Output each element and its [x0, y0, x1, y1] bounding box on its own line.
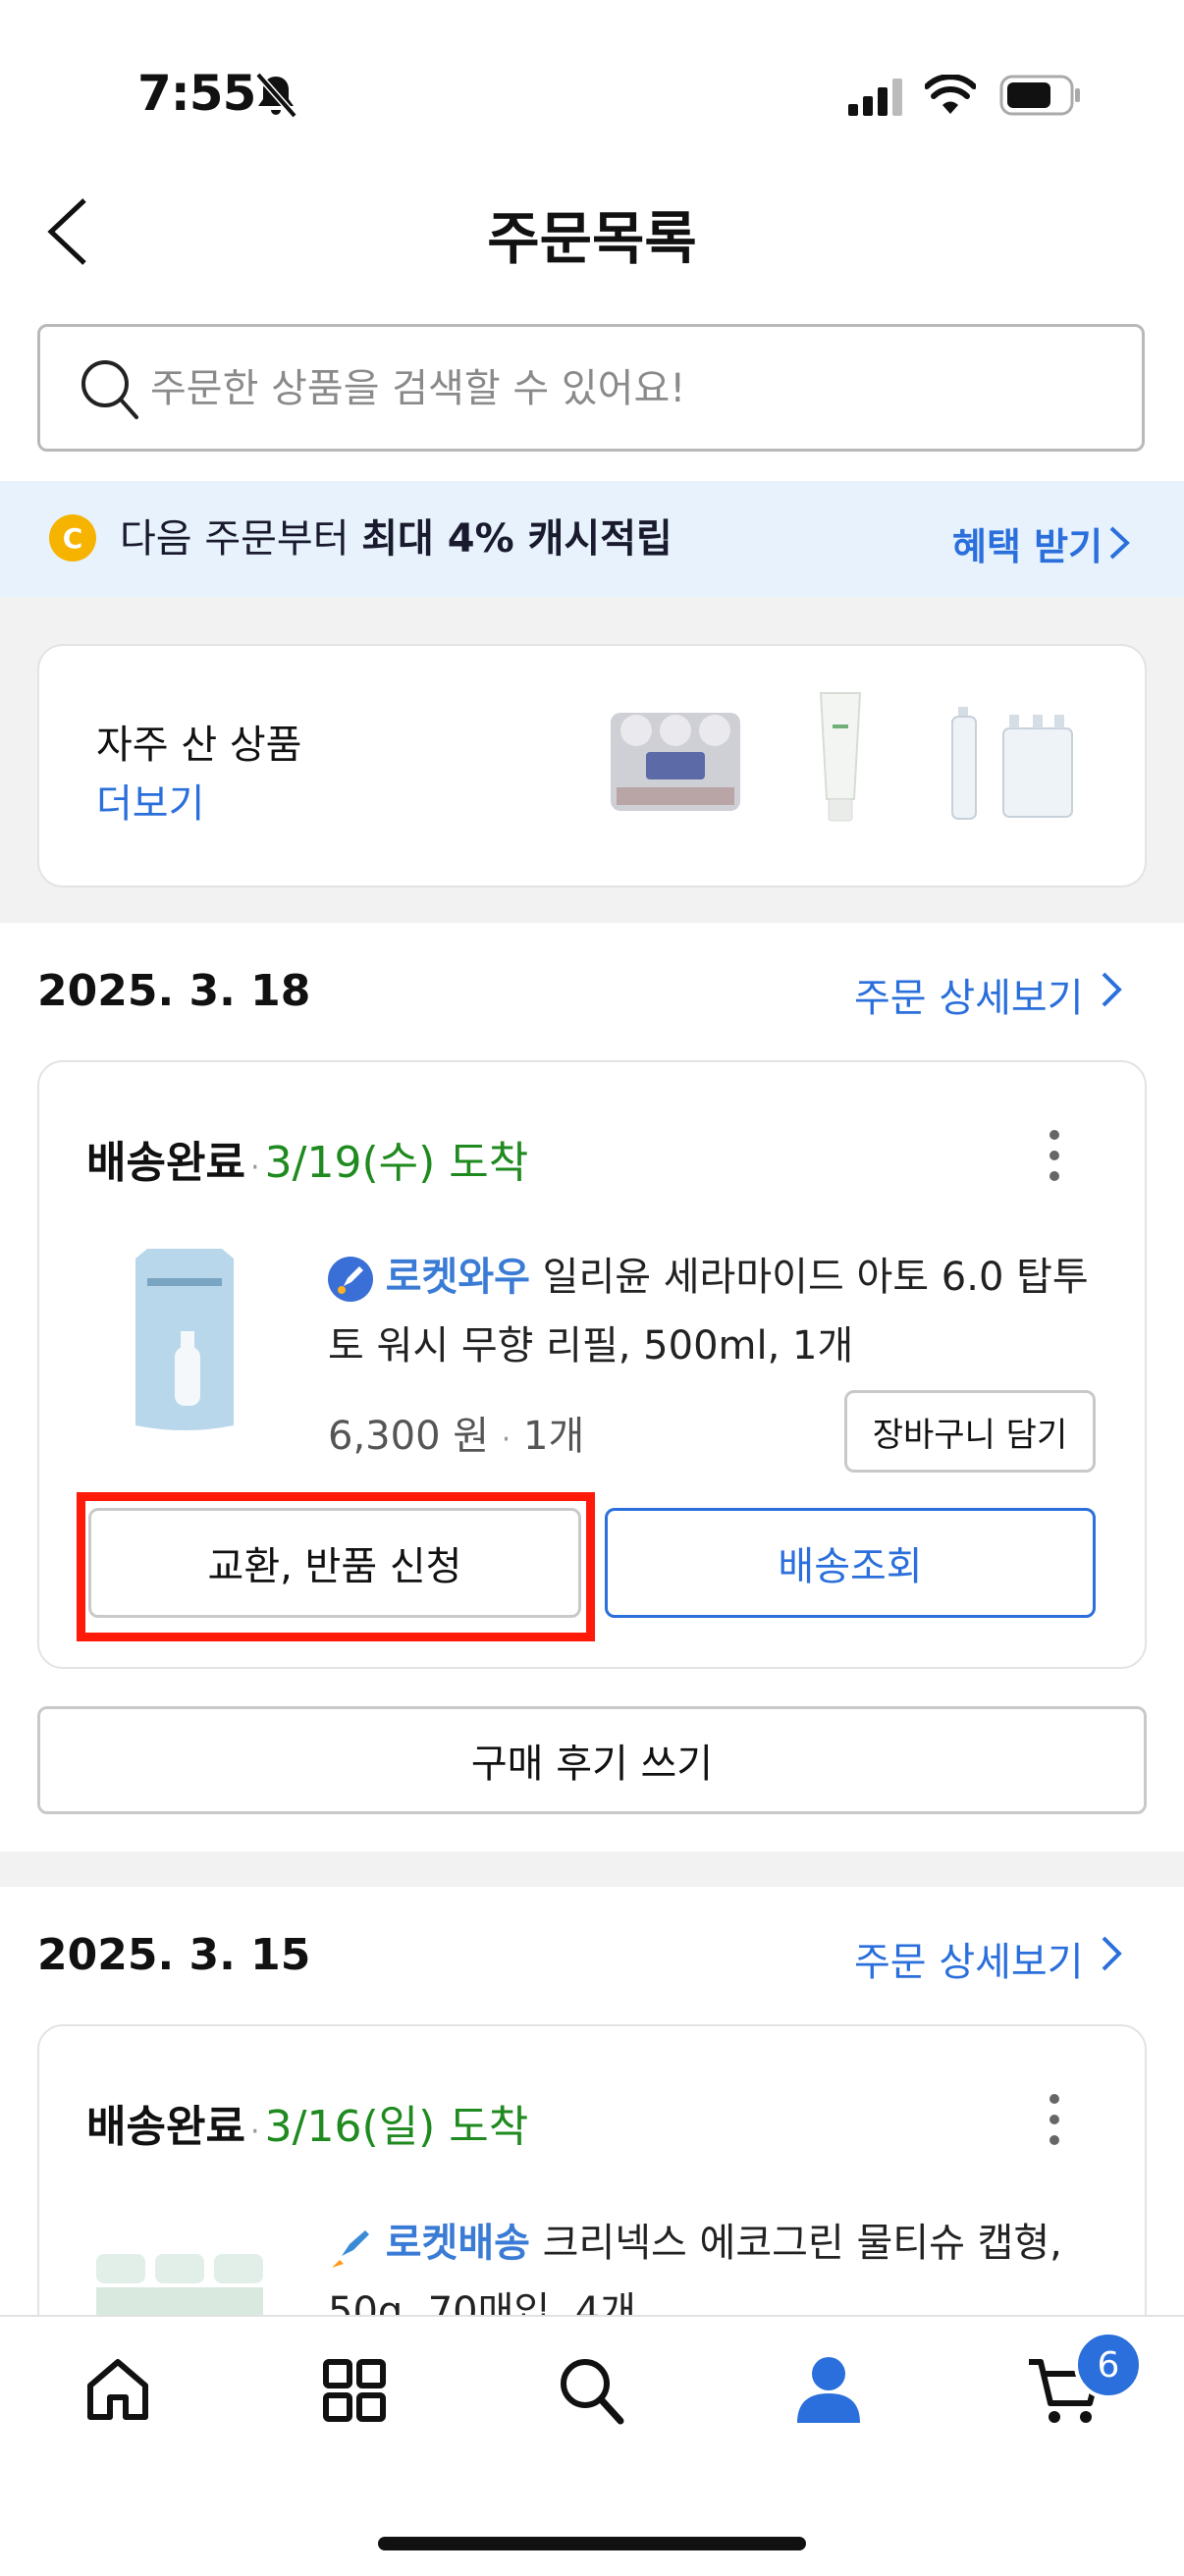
promo-text: 다음 주문부터 최대 4% 캐시적립: [120, 507, 673, 564]
water-bottles-thumbnail[interactable]: [948, 699, 1086, 823]
benefit-link[interactable]: 혜택 받기: [952, 516, 1103, 570]
write-review-button[interactable]: 구매 후기 쓰기: [37, 1706, 1147, 1814]
chevron-right-icon: [1102, 972, 1122, 1007]
chevron-right-icon: [1109, 526, 1130, 560]
frequent-label: 자주 산 상품: [96, 723, 302, 768]
battery-icon: [999, 75, 1080, 116]
search-input[interactable]: [148, 327, 1114, 451]
chevron-right-icon: [1102, 1936, 1122, 1971]
search-box[interactable]: [37, 324, 1145, 452]
section-divider: [0, 1852, 1184, 1887]
separator-dot: ·: [250, 1151, 260, 1185]
arrival-date: 3/16(일) 도착: [264, 2102, 529, 2152]
page-title: 주문목록: [487, 205, 697, 272]
delivery-status: 배송완료: [86, 2102, 245, 2152]
separator-dot: ·: [250, 2115, 260, 2149]
my-page-icon[interactable]: [793, 2354, 864, 2425]
price-row: 6,300 원 · 1개: [328, 1404, 584, 1461]
search-nav-icon[interactable]: [558, 2356, 626, 2427]
rocket-glyph: [338, 1266, 363, 1294]
rocket-glyph: [332, 2230, 369, 2268]
delivery-status-row: 배송완료 · 3/16(일) 도착: [86, 2091, 528, 2154]
cream-tube-thumbnail[interactable]: [811, 689, 870, 827]
more-vertical-icon[interactable]: [1043, 1129, 1066, 1182]
wifi-icon: [925, 75, 976, 114]
order-detail-link[interactable]: 주문 상세보기: [854, 966, 1084, 1023]
order-date: 2025. 3. 18: [37, 966, 311, 1016]
search-icon: [81, 360, 138, 419]
order-detail-link[interactable]: 주문 상세보기: [854, 1930, 1084, 1987]
toilet-paper-thumbnail[interactable]: [607, 697, 744, 815]
home-icon[interactable]: [84, 2356, 151, 2423]
benefit-link-label: 혜택 받기: [952, 525, 1103, 568]
silent-bell-icon: [255, 72, 297, 119]
order-date: 2025. 3. 15: [37, 1930, 311, 1980]
add-to-cart-button[interactable]: 장바구니 담기: [844, 1390, 1096, 1473]
delivery-status: 배송완료: [86, 1138, 245, 1188]
delivery-status-row: 배송완료 · 3/19(수) 도착: [86, 1127, 528, 1190]
cash-coin-icon: C: [49, 514, 96, 562]
product-thumbnail[interactable]: [128, 1249, 242, 1435]
product-name-block[interactable]: 로켓와우 일리윤 세라마이드 아토 6.0 탑투토 워시 무향 리필, 500m…: [328, 1243, 1103, 1380]
more-vertical-icon[interactable]: [1043, 2093, 1066, 2146]
product-price: 6,300 원: [328, 1414, 490, 1459]
category-grid-icon[interactable]: [322, 2358, 387, 2423]
rocket-wow-badge: 로켓와우: [385, 1255, 530, 1300]
rocket-icon: [328, 2223, 373, 2268]
track-delivery-button[interactable]: 배송조회: [605, 1508, 1096, 1618]
promo-prefix: 다음 주문부터: [120, 516, 362, 562]
status-time: 7:55: [137, 65, 256, 122]
signal-icon: [848, 79, 902, 116]
rocket-delivery-badge: 로켓배송: [385, 2221, 530, 2266]
rocket-icon: [328, 1257, 373, 1302]
frequent-more-link[interactable]: 더보기: [96, 772, 204, 829]
home-indicator: [378, 2537, 806, 2550]
promo-bold: 최대 4% 캐시적립: [361, 516, 673, 562]
product-qty: 1개: [523, 1414, 585, 1459]
separator-dot: ·: [501, 1422, 511, 1457]
cart-count-badge: 6: [1074, 2331, 1143, 2399]
return-exchange-button[interactable]: 교환, 반품 신청: [88, 1508, 581, 1618]
arrival-date: 3/19(수) 도착: [264, 1138, 529, 1188]
